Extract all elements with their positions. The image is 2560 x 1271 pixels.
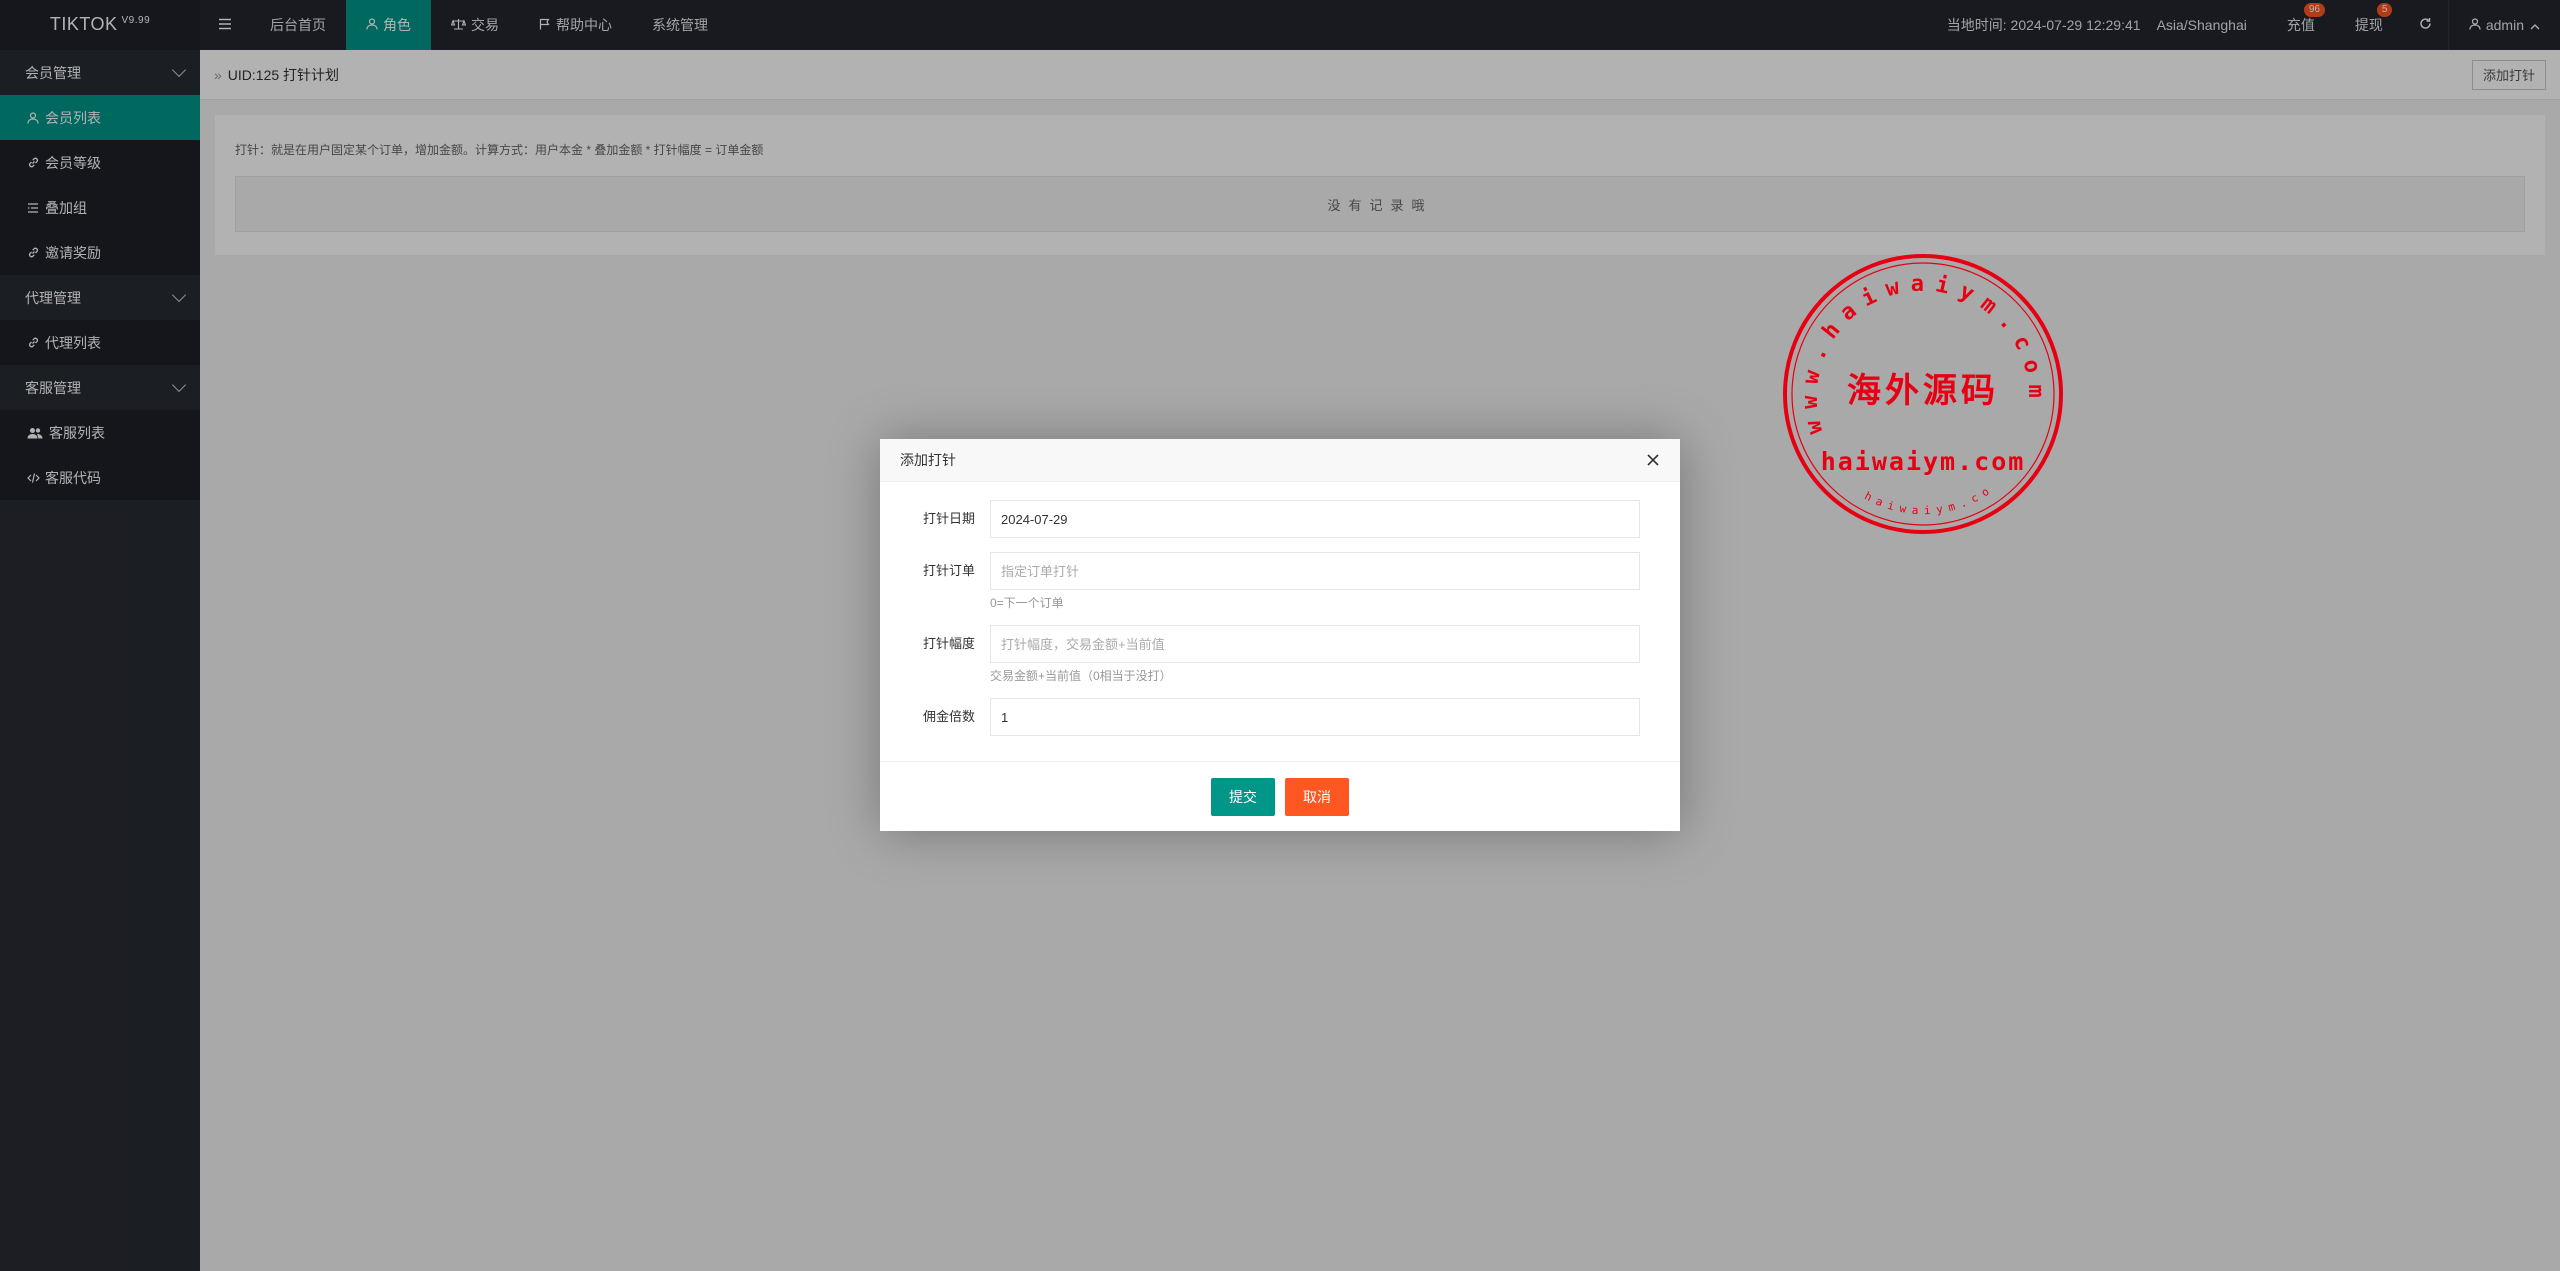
watermark-stamp: www.haiwaiym.com 海外源码 haiwaiym.com haiwa… (1775, 242, 2065, 536)
date-input[interactable] (990, 500, 1640, 538)
dialog-body: 打针日期 打针订单 0=下一个订单 打针幅度 交易金额+当前值（0相当于没打） … (880, 482, 1680, 736)
cancel-button[interactable]: 取消 (1285, 777, 1349, 816)
amplitude-hint: 交易金额+当前值（0相当于没打） (990, 669, 1172, 683)
commission-label: 佣金倍数 (922, 709, 975, 724)
add-injection-dialog: 添加打针 打针日期 打针订单 0=下一个订单 打针幅度 交易金额+当前值（0相当… (880, 439, 1680, 831)
order-hint: 0=下一个订单 (990, 596, 1064, 610)
commission-input[interactable] (990, 698, 1640, 736)
form-row-amplitude: 打针幅度 交易金额+当前值（0相当于没打） (920, 625, 1640, 684)
stamp-center-text: 海外源码 (1847, 371, 1999, 411)
form-row-commission: 佣金倍数 (920, 698, 1640, 736)
dialog-title: 添加打针 (900, 452, 956, 468)
order-label: 打针订单 (922, 563, 975, 578)
amplitude-label: 打针幅度 (922, 636, 975, 651)
form-row-date: 打针日期 (920, 500, 1640, 538)
dialog-footer: 提交 取消 (880, 761, 1680, 831)
amplitude-input[interactable] (990, 625, 1640, 663)
order-input[interactable] (990, 552, 1640, 590)
close-icon[interactable] (1646, 449, 1660, 471)
dialog-header: 添加打针 (880, 439, 1680, 482)
stamp-domain-text: haiwaiym.com (1821, 447, 2026, 476)
submit-button[interactable]: 提交 (1211, 777, 1275, 816)
form-row-order: 打针订单 0=下一个订单 (920, 552, 1640, 611)
date-label: 打针日期 (922, 511, 975, 526)
